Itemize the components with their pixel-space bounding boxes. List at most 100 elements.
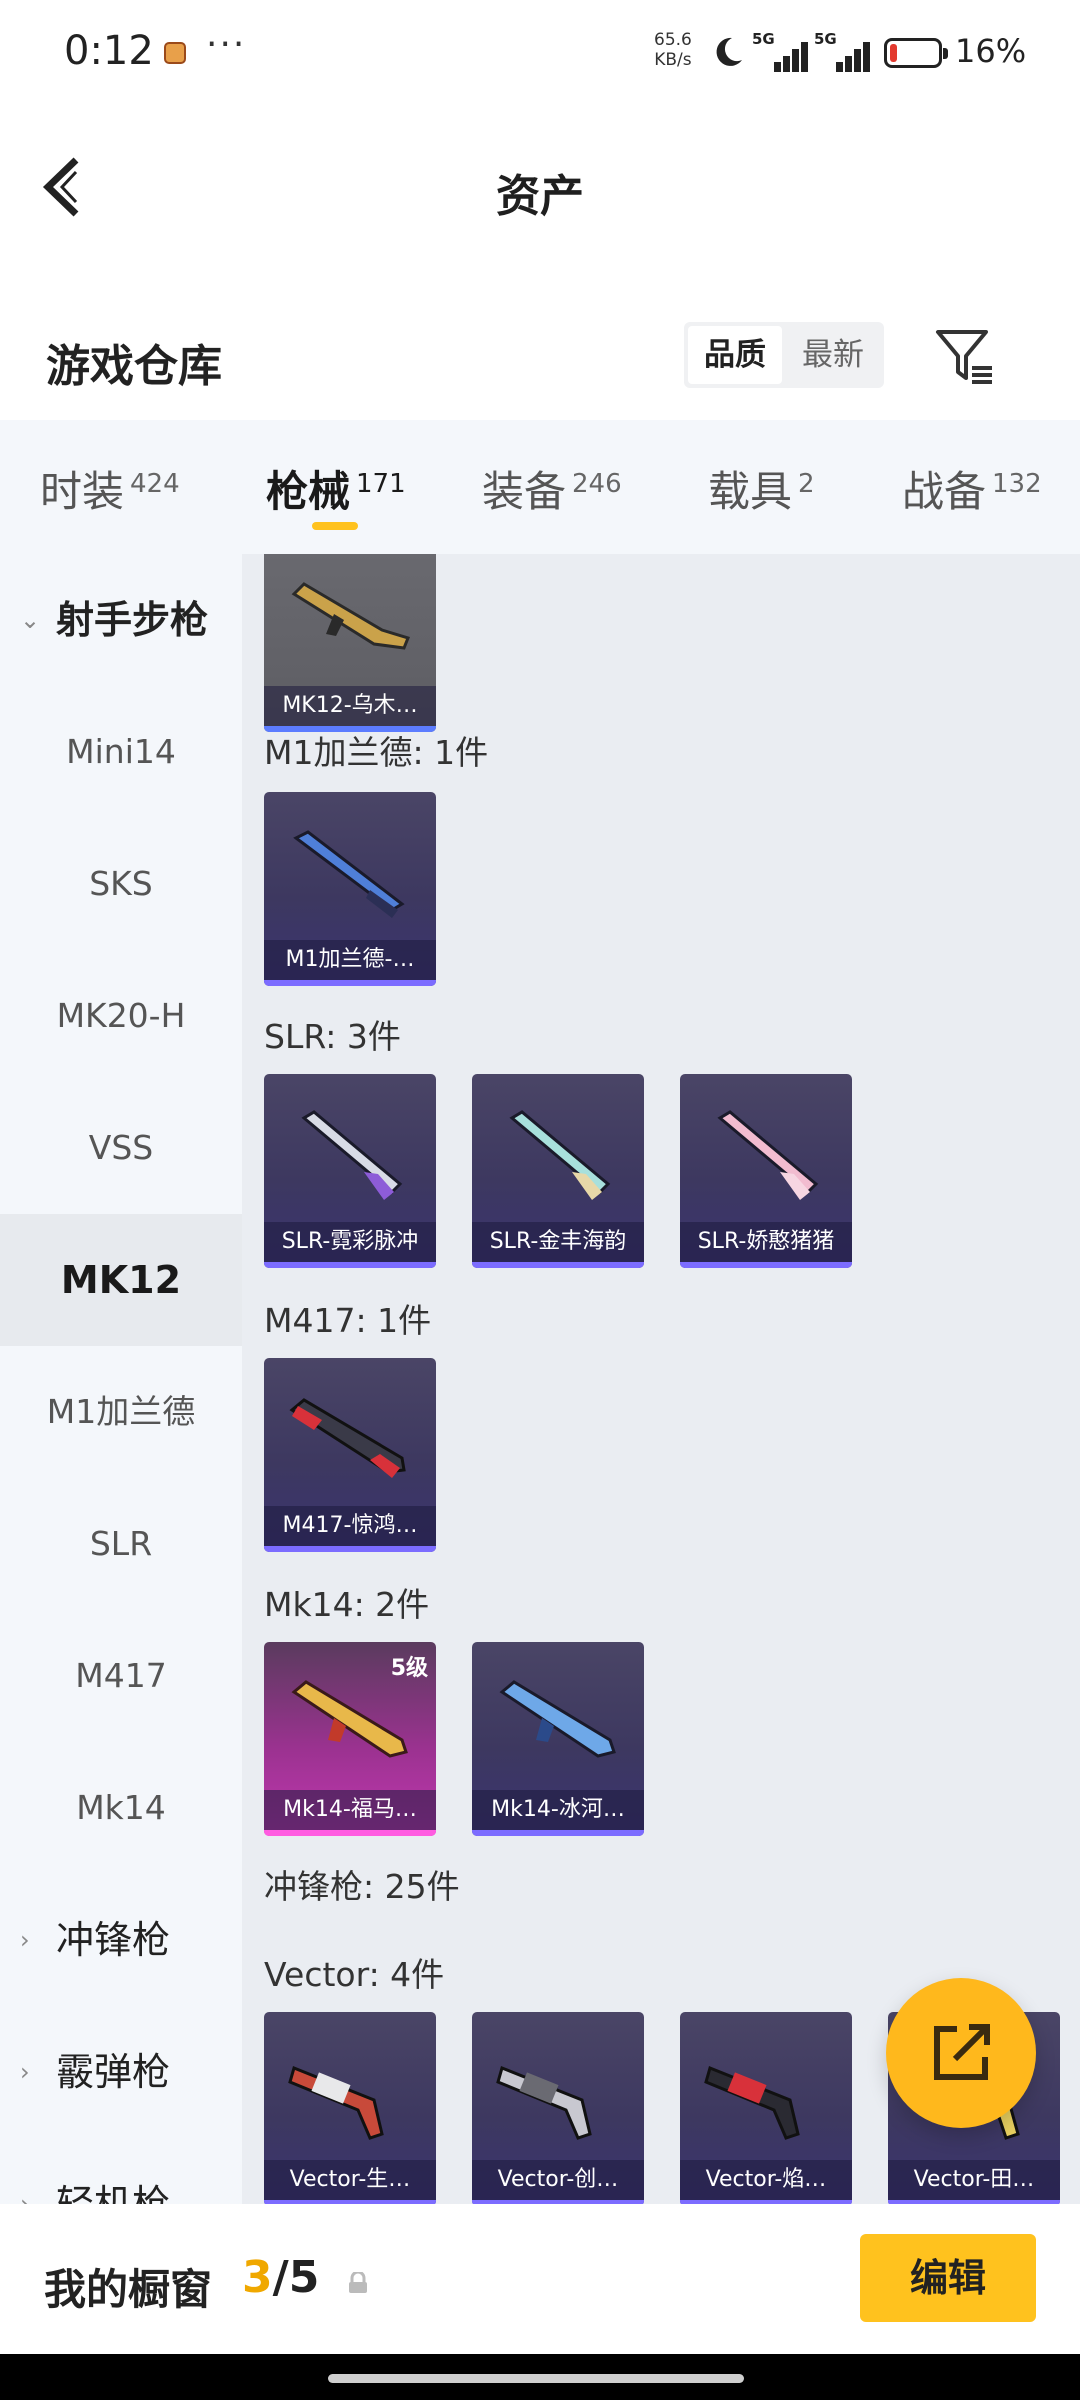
tab-fashion[interactable]: 时装 424 (40, 458, 180, 519)
skin-card[interactable]: Mk14-冰河… (472, 1642, 644, 1836)
sidebar-group-label: 霰弹枪 (56, 2050, 171, 2094)
sidebar-group-lmg[interactable]: › 轻机枪 (0, 2138, 242, 2204)
sidebar-item-slr[interactable]: SLR (0, 1478, 242, 1610)
skin-card-label: SLR-霓彩脉冲 (264, 1222, 436, 1262)
weapon-type-sidebar: ⌄ 射手步枪 Mini14 SKS MK20-H VSS MK12 M1加兰德 … (0, 554, 242, 2204)
skin-card[interactable]: SLR-娇憨猪猪 (680, 1074, 852, 1268)
sidebar-item-vss[interactable]: VSS (0, 1082, 242, 1214)
skin-card-label: Mk14-福马… (264, 1790, 436, 1830)
tab-firearms-label: 枪械 (266, 467, 351, 516)
more-notifications-icon: ··· (206, 24, 247, 65)
sidebar-item-mk12[interactable]: MK12 (0, 1214, 242, 1346)
warehouse-header: 游戏仓库 品质 最新 (0, 300, 1080, 420)
skin-card-label: MK12-乌木… (264, 686, 436, 726)
rifle-icon (293, 830, 405, 918)
skin-card[interactable]: M1加兰德-… (264, 792, 436, 986)
showcase-label: 我的橱窗 (44, 2265, 213, 2314)
edit-button[interactable]: 编辑 (860, 2234, 1036, 2322)
group-heading-m417: M417: 1件 (264, 1301, 432, 1340)
home-gesture-handle[interactable] (328, 2374, 744, 2383)
skin-card[interactable]: 5级 Mk14-福马… (264, 1642, 436, 1836)
rarity-strip (264, 1262, 436, 1268)
category-tabs: 时装 424 枪械 171 装备 246 载具 2 战备 132 (0, 420, 1080, 554)
battery-percent: 16% (955, 32, 1027, 70)
status-time: 0:12 (64, 28, 154, 74)
skin-card-label: Vector-生… (264, 2160, 436, 2200)
tab-vehicles-label: 载具 (708, 467, 793, 516)
tab-equipment-count: 246 (572, 469, 622, 499)
rarity-strip (264, 1546, 436, 1552)
warehouse-title: 游戏仓库 (46, 341, 222, 392)
rifle-icon (289, 1398, 406, 1478)
sidebar-item-m1-garand[interactable]: M1加兰德 (0, 1346, 242, 1478)
skin-card[interactable]: Vector-生… (264, 2012, 436, 2204)
chevron-right-icon: › (20, 1926, 30, 1954)
skin-card[interactable]: Vector-创… (472, 2012, 644, 2204)
signal-sim1-label: 5G (752, 30, 775, 48)
sidebar-group-smg[interactable]: › 冲锋枪 (0, 1874, 242, 2006)
signal-sim2-label: 5G (814, 30, 837, 48)
network-speed-value: 65.6 (654, 30, 692, 50)
skin-card-label: M1加兰德-… (264, 940, 436, 980)
sidebar-item-m417[interactable]: M417 (0, 1610, 242, 1742)
sort-quality-button[interactable]: 品质 (688, 326, 782, 384)
sidebar-item-sks[interactable]: SKS (0, 818, 242, 950)
sidebar-item-mk20h[interactable]: MK20-H (0, 950, 242, 1082)
group-heading-m1-garand: M1加兰德: 1件 (264, 733, 489, 772)
sidebar-group-label: 轻机枪 (56, 2182, 171, 2204)
tab-equipment-label: 装备 (482, 467, 567, 516)
showcase-count-separator: / (272, 2252, 289, 2303)
signal-sim2-icon: 5G (814, 30, 870, 72)
system-navigation-bar (0, 2354, 1080, 2400)
tab-battle-gear-label: 战备 (902, 467, 987, 516)
tab-equipment[interactable]: 装备 246 (482, 458, 622, 519)
skin-card-label: SLR-娇憨猪猪 (680, 1222, 852, 1262)
group-heading-smg: 冲锋枪: 25件 (264, 1867, 460, 1906)
chevron-right-icon: › (20, 2058, 30, 2086)
filter-icon[interactable] (934, 324, 994, 388)
skin-card[interactable]: MK12-乌木… (264, 554, 436, 732)
skin-card[interactable]: SLR-金丰海韵 (472, 1074, 644, 1268)
tab-vehicles-count: 2 (798, 469, 815, 499)
sidebar-group-label: 冲锋枪 (56, 1918, 171, 1962)
network-speed: 65.6 KB/s (654, 30, 692, 70)
rarity-strip (680, 1262, 852, 1268)
skin-card[interactable]: Vector-焰… (680, 2012, 852, 2204)
skin-card-label: Vector-焰… (680, 2160, 852, 2200)
skin-card-label: Vector-创… (472, 2160, 644, 2200)
sidebar-item-mini14[interactable]: Mini14 (0, 686, 242, 818)
chevron-down-icon: ⌄ (20, 606, 41, 634)
rarity-strip (472, 1262, 644, 1268)
group-heading-slr: SLR: 3件 (264, 1017, 401, 1056)
active-tab-indicator (312, 522, 358, 530)
sidebar-group-label: 射手步枪 (56, 598, 209, 642)
lock-icon (349, 2272, 367, 2293)
notification-app-icon (164, 42, 186, 64)
page-title: 资产 (496, 171, 584, 222)
tab-firearms[interactable]: 枪械 171 (266, 458, 406, 519)
chevron-right-icon: › (20, 2190, 30, 2204)
rifle-icon (291, 1680, 408, 1758)
sort-newest-button[interactable]: 最新 (786, 326, 880, 384)
sidebar-group-marksman-rifles[interactable]: ⌄ 射手步枪 (0, 554, 242, 686)
group-heading-vector: Vector: 4件 (264, 1955, 445, 1994)
skin-card[interactable]: M417-惊鸿… (264, 1358, 436, 1552)
tab-battle-gear-count: 132 (992, 469, 1042, 499)
network-speed-unit: KB/s (654, 50, 692, 70)
tab-fashion-label: 时装 (40, 467, 125, 516)
skin-card[interactable]: SLR-霓彩脉冲 (264, 1074, 436, 1268)
rarity-strip (264, 980, 436, 986)
tab-battle-gear[interactable]: 战备 132 (902, 458, 1042, 519)
sort-toggle: 品质 最新 (684, 322, 884, 388)
share-button[interactable] (886, 1978, 1036, 2128)
skin-card-label: Vector-田… (888, 2160, 1060, 2200)
battery-fill (890, 44, 897, 62)
sidebar-item-mk14[interactable]: Mk14 (0, 1742, 242, 1874)
rifle-icon (717, 1110, 819, 1200)
sidebar-group-shotguns[interactable]: › 霰弹枪 (0, 2006, 242, 2138)
tab-fashion-count: 424 (130, 469, 180, 499)
tab-vehicles[interactable]: 载具 2 (708, 458, 815, 519)
external-link-icon (934, 2024, 990, 2080)
rarity-strip (264, 1830, 436, 1836)
smg-icon (288, 2065, 384, 2140)
